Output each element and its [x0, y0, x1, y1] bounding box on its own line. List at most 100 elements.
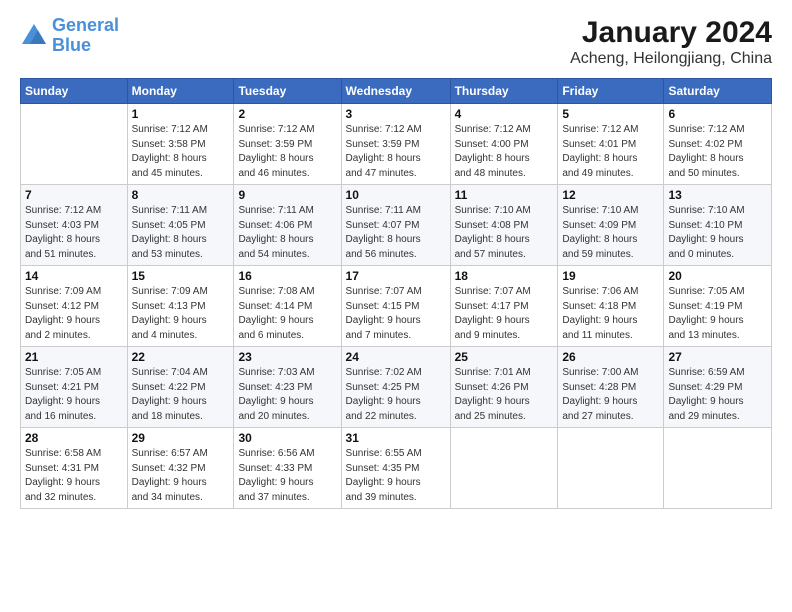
calendar-cell: 11 Sunrise: 7:10 AMSunset: 4:08 PMDayligh…	[450, 185, 558, 266]
day-info: Sunrise: 7:05 AMSunset: 4:19 PMDaylight:…	[668, 285, 767, 343]
calendar-cell: 2Sunrise: 7:12 AMSunset: 3:59 PMDaylight…	[234, 104, 341, 185]
calendar-week-row: 21Sunrise: 7:05 AMSunset: 4:21 PMDayligh…	[21, 347, 772, 428]
calendar-body: 1 Sunrise: 7:12 AMSunset: 3:58 PMDaylight…	[21, 104, 772, 509]
calendar-cell: 16 Sunrise: 7:08 AMSunset: 4:14 PMDayligh…	[234, 266, 341, 347]
page: General Blue January 2024 Acheng, Heilon…	[0, 0, 792, 612]
day-number: 13	[668, 188, 767, 202]
day-number: 28	[25, 431, 123, 445]
day-number: 16	[238, 269, 336, 283]
day-info: Sunrise: 7:12 AMSunset: 3:59 PMDaylight:…	[346, 123, 446, 181]
day-number: 23	[238, 350, 336, 364]
calendar-cell: 10 Sunrise: 7:11 AMSunset: 4:07 PMDayligh…	[341, 185, 450, 266]
day-info: Sunrise: 7:07 AMSunset: 4:15 PMDaylight:…	[346, 285, 446, 343]
calendar-cell: 21Sunrise: 7:05 AMSunset: 4:21 PMDayligh…	[21, 347, 128, 428]
day-number: 4	[455, 107, 554, 121]
day-number: 12	[562, 188, 659, 202]
day-info: Sunrise: 6:56 AMSunset: 4:33 PMDaylight:…	[238, 447, 336, 505]
calendar-week-row: 28 Sunrise: 6:58 AMSunset: 4:31 PMDayligh…	[21, 428, 772, 509]
day-info: Sunrise: 6:57 AMSunset: 4:32 PMDaylight:…	[132, 447, 230, 505]
calendar-cell: 20 Sunrise: 7:05 AMSunset: 4:19 PMDayligh…	[664, 266, 772, 347]
day-number: 19	[562, 269, 659, 283]
calendar-cell: 12 Sunrise: 7:10 AMSunset: 4:09 PMDayligh…	[558, 185, 664, 266]
day-info: Sunrise: 7:10 AMSunset: 4:08 PMDaylight:…	[455, 204, 554, 262]
day-number: 8	[132, 188, 230, 202]
day-number: 9	[238, 188, 336, 202]
logo: General Blue	[20, 16, 119, 56]
day-number: 14	[25, 269, 123, 283]
day-info: Sunrise: 7:09 AMSunset: 4:12 PMDaylight:…	[25, 285, 123, 343]
day-info: Sunrise: 7:12 AMSunset: 4:03 PMDaylight:…	[25, 204, 123, 262]
day-number: 26	[562, 350, 659, 364]
calendar-week-row: 7 Sunrise: 7:12 AMSunset: 4:03 PMDaylight…	[21, 185, 772, 266]
day-number: 10	[346, 188, 446, 202]
day-info: Sunrise: 6:55 AMSunset: 4:35 PMDaylight:…	[346, 447, 446, 505]
day-info: Sunrise: 7:09 AMSunset: 4:13 PMDaylight:…	[132, 285, 230, 343]
calendar-table: SundayMondayTuesdayWednesdayThursdayFrid…	[20, 78, 772, 509]
calendar-week-row: 1 Sunrise: 7:12 AMSunset: 3:58 PMDaylight…	[21, 104, 772, 185]
calendar-cell	[450, 428, 558, 509]
calendar-cell: 17 Sunrise: 7:07 AMSunset: 4:15 PMDayligh…	[341, 266, 450, 347]
calendar-cell: 3 Sunrise: 7:12 AMSunset: 3:59 PMDaylight…	[341, 104, 450, 185]
calendar-header: SundayMondayTuesdayWednesdayThursdayFrid…	[21, 79, 772, 104]
calendar-cell: 19 Sunrise: 7:06 AMSunset: 4:18 PMDayligh…	[558, 266, 664, 347]
calendar-cell: 23 Sunrise: 7:03 AMSunset: 4:23 PMDayligh…	[234, 347, 341, 428]
day-info: Sunrise: 7:11 AMSunset: 4:05 PMDaylight:…	[132, 204, 230, 262]
weekday-thursday: Thursday	[450, 79, 558, 104]
calendar-cell: 26Sunrise: 7:00 AMSunset: 4:28 PMDayligh…	[558, 347, 664, 428]
day-number: 29	[132, 431, 230, 445]
calendar-cell: 31 Sunrise: 6:55 AMSunset: 4:35 PMDayligh…	[341, 428, 450, 509]
sub-title: Acheng, Heilongjiang, China	[570, 50, 772, 68]
day-number: 20	[668, 269, 767, 283]
day-info: Sunrise: 7:06 AMSunset: 4:18 PMDaylight:…	[562, 285, 659, 343]
day-number: 17	[346, 269, 446, 283]
calendar-cell: 28 Sunrise: 6:58 AMSunset: 4:31 PMDayligh…	[21, 428, 128, 509]
calendar-cell	[21, 104, 128, 185]
main-title: January 2024	[570, 16, 772, 50]
weekday-tuesday: Tuesday	[234, 79, 341, 104]
calendar-cell	[558, 428, 664, 509]
day-number: 30	[238, 431, 336, 445]
day-info: Sunrise: 7:12 AMSunset: 3:58 PMDaylight:…	[132, 123, 230, 181]
day-number: 21	[25, 350, 123, 364]
day-info: Sunrise: 7:12 AMSunset: 4:00 PMDaylight:…	[455, 123, 554, 181]
day-number: 1	[132, 107, 230, 121]
day-info: Sunrise: 7:10 AMSunset: 4:09 PMDaylight:…	[562, 204, 659, 262]
calendar-cell: 30 Sunrise: 6:56 AMSunset: 4:33 PMDayligh…	[234, 428, 341, 509]
day-info: Sunrise: 6:58 AMSunset: 4:31 PMDaylight:…	[25, 447, 123, 505]
day-number: 18	[455, 269, 554, 283]
weekday-monday: Monday	[127, 79, 234, 104]
day-number: 11	[455, 188, 554, 202]
day-number: 15	[132, 269, 230, 283]
day-number: 6	[668, 107, 767, 121]
day-info: Sunrise: 7:12 AMSunset: 4:02 PMDaylight:…	[668, 123, 767, 181]
calendar-cell: 15 Sunrise: 7:09 AMSunset: 4:13 PMDayligh…	[127, 266, 234, 347]
day-info: Sunrise: 7:08 AMSunset: 4:14 PMDaylight:…	[238, 285, 336, 343]
calendar-week-row: 14 Sunrise: 7:09 AMSunset: 4:12 PMDayligh…	[21, 266, 772, 347]
calendar-cell: 6 Sunrise: 7:12 AMSunset: 4:02 PMDaylight…	[664, 104, 772, 185]
day-number: 31	[346, 431, 446, 445]
weekday-friday: Friday	[558, 79, 664, 104]
calendar-cell	[664, 428, 772, 509]
day-info: Sunrise: 7:12 AMSunset: 4:01 PMDaylight:…	[562, 123, 659, 181]
calendar-cell: 4 Sunrise: 7:12 AMSunset: 4:00 PMDaylight…	[450, 104, 558, 185]
day-info: Sunrise: 7:07 AMSunset: 4:17 PMDaylight:…	[455, 285, 554, 343]
day-info: Sunrise: 7:11 AMSunset: 4:07 PMDaylight:…	[346, 204, 446, 262]
weekday-sunday: Sunday	[21, 79, 128, 104]
weekday-saturday: Saturday	[664, 79, 772, 104]
day-info: Sunrise: 7:04 AMSunset: 4:22 PMDaylight:…	[132, 366, 230, 424]
calendar-cell: 14 Sunrise: 7:09 AMSunset: 4:12 PMDayligh…	[21, 266, 128, 347]
day-info: Sunrise: 7:10 AMSunset: 4:10 PMDaylight:…	[668, 204, 767, 262]
calendar-cell: 9Sunrise: 7:11 AMSunset: 4:06 PMDaylight…	[234, 185, 341, 266]
calendar-cell: 5 Sunrise: 7:12 AMSunset: 4:01 PMDaylight…	[558, 104, 664, 185]
calendar-cell: 29 Sunrise: 6:57 AMSunset: 4:32 PMDayligh…	[127, 428, 234, 509]
day-info: Sunrise: 7:12 AMSunset: 3:59 PMDaylight:…	[238, 123, 336, 181]
day-number: 3	[346, 107, 446, 121]
day-number: 5	[562, 107, 659, 121]
calendar-cell: 22Sunrise: 7:04 AMSunset: 4:22 PMDayligh…	[127, 347, 234, 428]
calendar-cell: 25Sunrise: 7:01 AMSunset: 4:26 PMDayligh…	[450, 347, 558, 428]
weekday-wednesday: Wednesday	[341, 79, 450, 104]
day-info: Sunrise: 6:59 AMSunset: 4:29 PMDaylight:…	[668, 366, 767, 424]
calendar-cell: 1 Sunrise: 7:12 AMSunset: 3:58 PMDaylight…	[127, 104, 234, 185]
day-number: 7	[25, 188, 123, 202]
day-info: Sunrise: 7:03 AMSunset: 4:23 PMDaylight:…	[238, 366, 336, 424]
